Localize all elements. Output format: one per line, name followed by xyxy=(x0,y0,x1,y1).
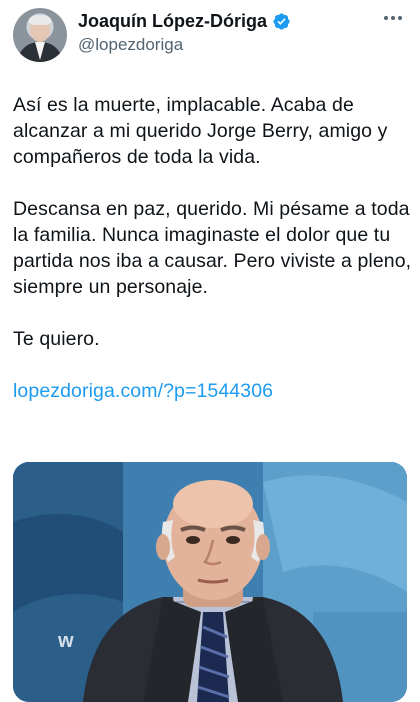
tweet-header: Joaquín López-Dóriga @lopezdoriga xyxy=(0,0,420,70)
tweet-text: Así es la muerte, implacable. Acaba de a… xyxy=(13,92,413,430)
verified-badge-icon xyxy=(273,12,290,30)
more-dot xyxy=(391,16,395,20)
news-photo: w xyxy=(13,462,407,702)
author-name[interactable]: Joaquín López-Dóriga xyxy=(78,11,267,32)
tweet-paragraph: Descansa en paz, querido. Mi pésame a to… xyxy=(13,198,412,298)
avatar-hair xyxy=(29,15,51,25)
tweet-link[interactable]: lopezdoriga.com/?p=1544306 xyxy=(13,378,413,404)
author-name-row[interactable]: Joaquín López-Dóriga xyxy=(78,10,291,32)
more-dot xyxy=(384,16,388,20)
more-dot xyxy=(398,16,402,20)
tweet-paragraph: Te quiero. xyxy=(13,328,100,350)
tweet-paragraph: Así es la muerte, implacable. Acaba de a… xyxy=(13,94,388,168)
author-avatar[interactable] xyxy=(13,8,67,62)
author-handle[interactable]: @lopezdoriga xyxy=(78,35,183,55)
svg-text:w: w xyxy=(57,630,74,652)
more-options-icon[interactable] xyxy=(378,6,408,30)
tweet-media-image[interactable]: w xyxy=(13,462,407,702)
